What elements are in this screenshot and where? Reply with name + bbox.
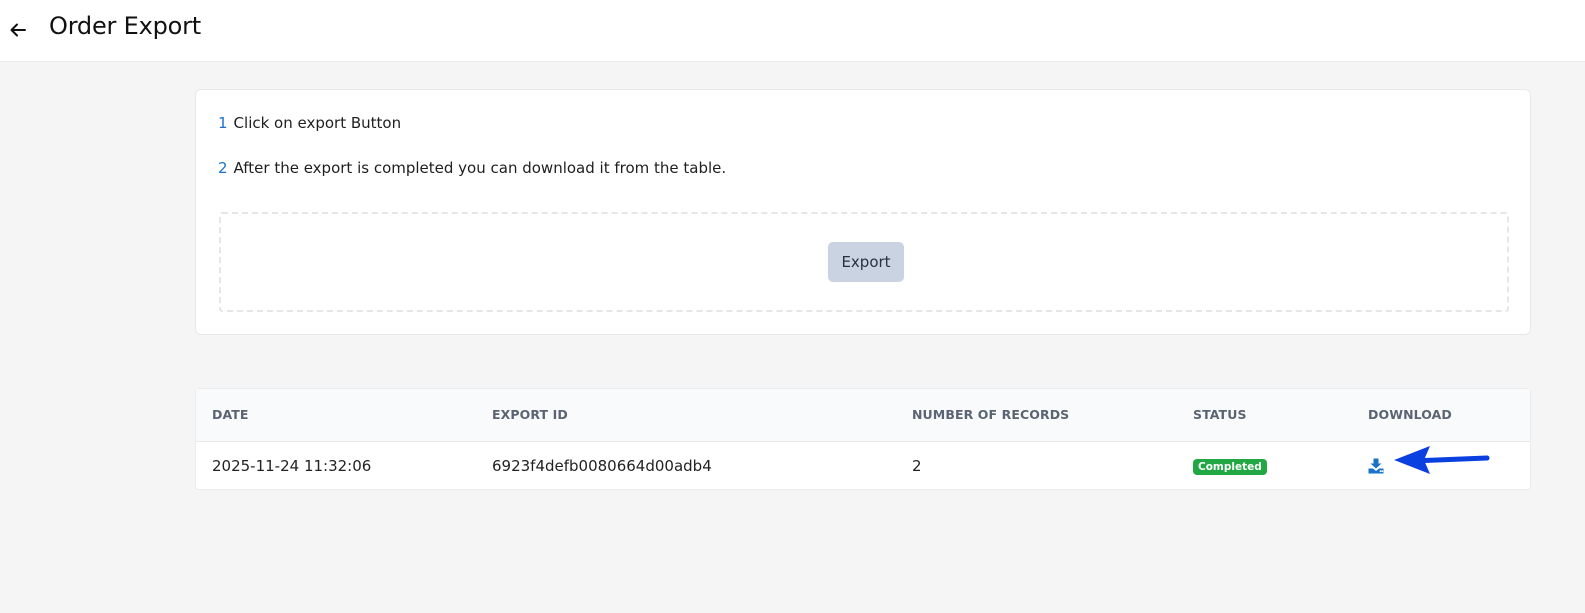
cell-records: 2: [912, 457, 922, 475]
instruction-step-2: 2 After the export is completed you can d…: [218, 159, 726, 177]
column-header-date: DATE: [212, 407, 249, 422]
table-header: DATE EXPORT ID NUMBER OF RECORDS STATUS …: [196, 389, 1530, 442]
cell-date: 2025-11-24 11:32:06: [212, 457, 372, 475]
download-icon[interactable]: [1367, 457, 1385, 475]
step-number: 2: [218, 159, 228, 177]
export-area: Export: [219, 212, 1509, 312]
column-header-status: STATUS: [1193, 407, 1247, 422]
export-button[interactable]: Export: [828, 242, 904, 282]
instruction-step-1: 1 Click on export Button: [218, 114, 401, 132]
step-number: 1: [218, 114, 228, 132]
column-header-export-id: EXPORT ID: [492, 407, 568, 422]
annotation-arrow-icon: [1394, 446, 1490, 474]
column-header-records: NUMBER OF RECORDS: [912, 407, 1070, 422]
step-text: After the export is completed you can do…: [233, 159, 727, 177]
exports-table: DATE EXPORT ID NUMBER OF RECORDS STATUS …: [195, 388, 1531, 490]
top-bar: Order Export: [0, 0, 1585, 62]
status-badge: Completed: [1193, 459, 1267, 475]
export-instructions-card: 1 Click on export Button 2 After the expor…: [195, 89, 1531, 335]
cell-export-id: 6923f4defb0080664d00adb4: [492, 457, 712, 475]
table-row: 2025-11-24 11:32:06 6923f4defb0080664d00…: [196, 442, 1530, 490]
arrow-left-icon[interactable]: [6, 18, 30, 42]
page-title: Order Export: [49, 12, 201, 40]
step-text: Click on export Button: [233, 114, 402, 132]
column-header-download: DOWNLOAD: [1368, 407, 1452, 422]
